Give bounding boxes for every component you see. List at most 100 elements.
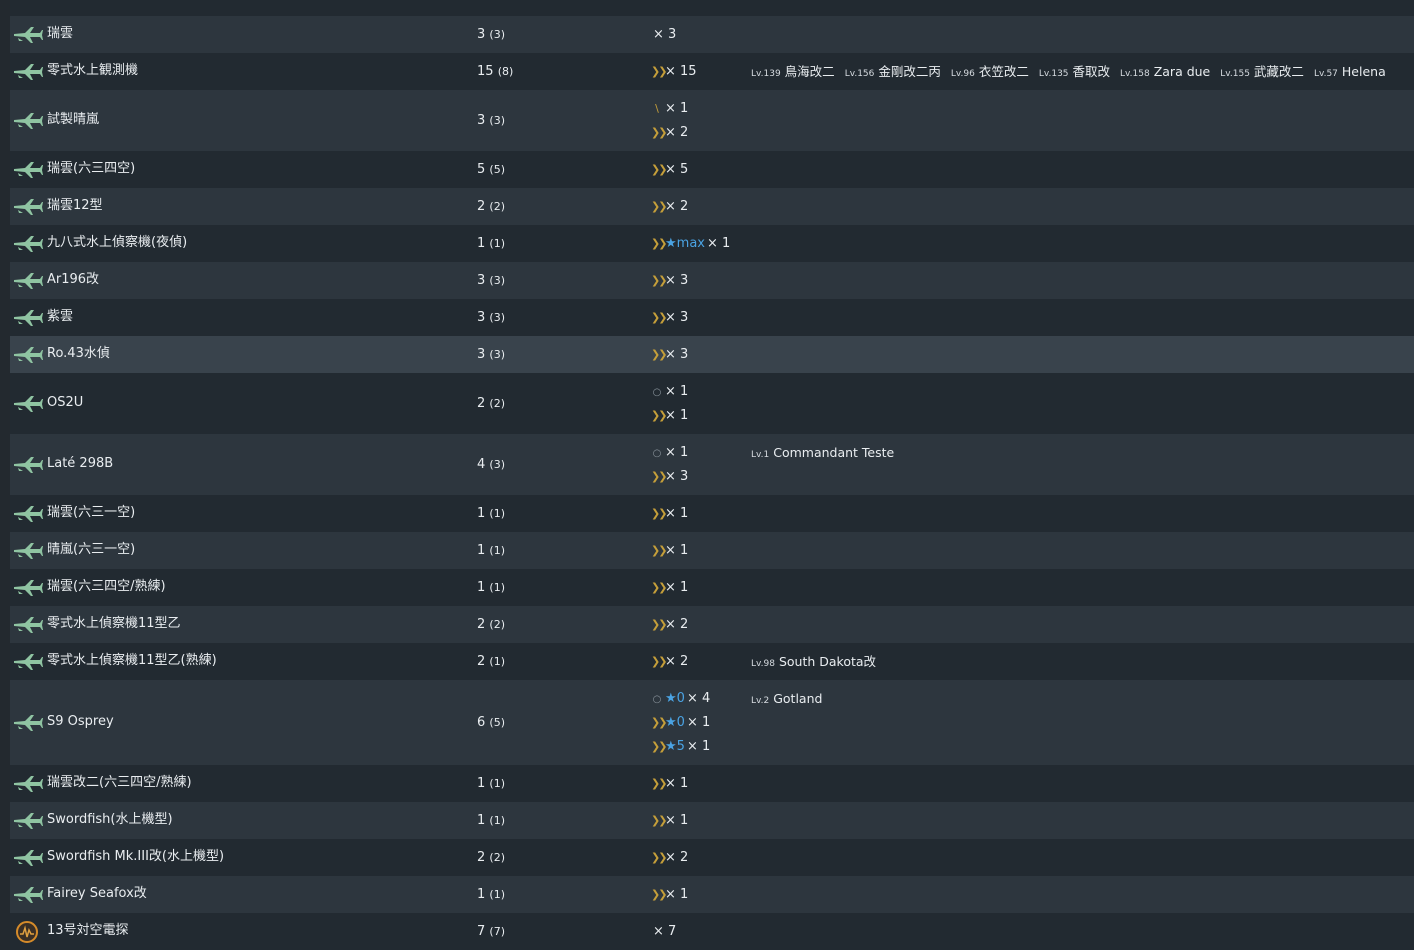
- equipment-name[interactable]: 零式水上観測機: [47, 63, 138, 79]
- equipment-name[interactable]: Ar196改: [47, 272, 99, 288]
- equipment-name[interactable]: 13号対空電探: [47, 923, 129, 939]
- ship-level: Lv.1: [751, 449, 770, 460]
- equipment-name[interactable]: Ro.43水偵: [47, 346, 110, 362]
- proficiency-line: ❯❯★0 × 1: [651, 715, 710, 731]
- ship-entry[interactable]: Lv.139 鳥海改二: [751, 64, 835, 82]
- total-count: 1: [477, 775, 486, 791]
- ship-entry[interactable]: Lv.98 South Dakota改: [751, 654, 876, 672]
- total-count: 4: [477, 456, 486, 472]
- table-row[interactable]: Fairey Seafox改 1 (1) ❯❯× 1: [10, 876, 1414, 913]
- available-count: (1): [489, 506, 506, 520]
- equipment-name[interactable]: 瑞雲(六三四空): [47, 161, 135, 177]
- equipment-name[interactable]: Swordfish(水上機型): [47, 812, 173, 828]
- equipment-name[interactable]: 瑞雲(六三四空/熟練): [47, 579, 166, 595]
- table-row[interactable]: 瑞雲12型 2 (2) ❯❯× 2: [10, 188, 1414, 225]
- equipment-name[interactable]: S9 Osprey: [47, 714, 114, 730]
- available-count: (1): [489, 776, 506, 790]
- proficiency-line: ○ ★0 × 4: [651, 691, 711, 707]
- equipment-name[interactable]: Fairey Seafox改: [47, 886, 147, 902]
- proficiency-chevron-icon: ❯❯: [651, 125, 667, 139]
- equipment-name[interactable]: 瑞雲改二(六三四空/熟練): [47, 775, 192, 791]
- ship-name: South Dakota改: [778, 653, 877, 669]
- proficiency-chevron-icon: ❯❯: [651, 739, 667, 753]
- available-count: (1): [489, 654, 506, 668]
- table-row[interactable]: S9 Osprey 6 (5) ○ ★0 × 4 ❯❯★0 × 1 ❯❯★5 × 1 Lv.2 G…: [10, 680, 1414, 765]
- proficiency-count: × 1: [665, 383, 689, 399]
- equipment-name[interactable]: 零式水上偵察機11型乙(熟練): [47, 653, 217, 669]
- table-row[interactable]: OS2U 2 (2) ○ × 1 ❯❯× 1: [10, 373, 1414, 434]
- equipment-name[interactable]: 九八式水上偵察機(夜偵): [47, 235, 187, 251]
- proficiency-count: × 2: [665, 653, 689, 669]
- ship-name: 香取改: [1072, 63, 1111, 79]
- table-row[interactable]: 13号対空電探 7 (7) × 7: [10, 913, 1414, 950]
- equipment-name[interactable]: Laté 298B: [47, 456, 113, 472]
- proficiency-count: × 15: [665, 63, 697, 79]
- equipment-name[interactable]: 瑞雲(六三一空): [47, 505, 135, 521]
- equipment-name[interactable]: 紫雲: [47, 309, 73, 325]
- seaplane-icon: [13, 652, 43, 672]
- table-row[interactable]: 試製晴嵐 3 (3) \ × 1 ❯❯× 2: [10, 90, 1414, 151]
- table-row[interactable]: 瑞雲改二(六三四空/熟練) 1 (1) ❯❯× 1: [10, 765, 1414, 802]
- table-row[interactable]: Swordfish Mk.III改(水上機型) 2 (2) ❯❯× 2: [10, 839, 1414, 876]
- table-row[interactable]: 零式水上偵察機11型乙 2 (2) ❯❯× 2: [10, 606, 1414, 643]
- ship-entry[interactable]: Lv.156 金剛改二丙: [845, 64, 941, 82]
- table-row[interactable]: 瑞雲(六三四空) 5 (5) ❯❯× 5: [10, 151, 1414, 188]
- table-row[interactable]: 紫雲 3 (3) ❯❯× 3: [10, 299, 1414, 336]
- equipment-name[interactable]: 試製晴嵐: [47, 112, 99, 128]
- ship-level: Lv.135: [1038, 68, 1069, 79]
- ship-entry[interactable]: Lv.1 Commandant Teste: [751, 445, 894, 463]
- proficiency-count: × 1: [686, 738, 711, 754]
- table-row[interactable]: 瑞雲(六三四空/熟練) 1 (1) ❯❯× 1: [10, 569, 1414, 606]
- table-row[interactable]: 晴嵐(六三一空) 1 (1) ❯❯× 1: [10, 532, 1414, 569]
- table-row[interactable]: 零式水上観測機 15 (8) ❯❯× 15 Lv.139 鳥海改二 Lv.156 金剛改…: [10, 53, 1414, 90]
- seaplane-icon: [13, 811, 43, 831]
- table-row[interactable]: Swordfish(水上機型) 1 (1) ❯❯× 1: [10, 802, 1414, 839]
- total-count: 3: [477, 272, 486, 288]
- equipped-ships: Lv.1 Commandant Teste: [751, 445, 904, 461]
- equipment-name[interactable]: 瑞雲12型: [47, 198, 103, 214]
- ship-entry[interactable]: Lv.96 衣笠改二: [951, 64, 1029, 82]
- equipment-count: 2 (2): [477, 850, 505, 866]
- ship-entry[interactable]: Lv.135 香取改: [1039, 64, 1110, 82]
- table-row[interactable]: 瑞雲 3 (3) × 3: [10, 16, 1414, 53]
- available-count: (7): [489, 924, 506, 938]
- equipment-name[interactable]: 瑞雲: [47, 26, 73, 42]
- table-row[interactable]: [10, 0, 1414, 16]
- proficiency-count: × 1: [665, 407, 689, 423]
- seaplane-icon: [13, 504, 43, 524]
- equipment-name[interactable]: 零式水上偵察機11型乙: [47, 616, 181, 632]
- table-row[interactable]: Ar196改 3 (3) ❯❯× 3: [10, 262, 1414, 299]
- equipment-count: 1 (1): [477, 813, 505, 829]
- proficiency-chevron-icon: ❯❯: [651, 408, 667, 422]
- equipment-name[interactable]: Swordfish Mk.III改(水上機型): [47, 849, 224, 865]
- table-row[interactable]: Laté 298B 4 (3) ○ × 1 ❯❯× 3 Lv.1 Commandant T…: [10, 434, 1414, 495]
- table-row[interactable]: 瑞雲(六三一空) 1 (1) ❯❯× 1: [10, 495, 1414, 532]
- table-row[interactable]: 九八式水上偵察機(夜偵) 1 (1) ❯❯★max × 1: [10, 225, 1414, 262]
- ship-entry[interactable]: Lv.57 Helena: [1314, 64, 1386, 82]
- proficiency-chevron-icon: ❯❯: [651, 310, 667, 324]
- proficiency-chevron-icon: ❯❯: [651, 887, 667, 901]
- available-count: (3): [489, 347, 506, 361]
- ship-entry[interactable]: Lv.155 武藏改二: [1220, 64, 1304, 82]
- equipment-name[interactable]: 晴嵐(六三一空): [47, 542, 135, 558]
- equipment-count: 3 (3): [477, 113, 505, 129]
- proficiency-line: ❯❯× 2: [651, 617, 688, 633]
- proficiency-line: ❯❯× 3: [651, 310, 688, 326]
- ship-entry[interactable]: Lv.158 Zara due: [1120, 64, 1210, 82]
- total-count: 6: [477, 714, 486, 730]
- proficiency-count: × 1: [665, 100, 689, 116]
- seaplane-icon: [13, 615, 43, 635]
- proficiency-chevron-icon: ❯❯: [651, 543, 667, 557]
- proficiency-line: ❯❯× 2: [651, 654, 688, 670]
- table-row[interactable]: Ro.43水偵 3 (3) ❯❯× 3: [10, 336, 1414, 373]
- table-row[interactable]: 零式水上偵察機11型乙(熟練) 2 (1) ❯❯× 2 Lv.98 South Dak…: [10, 643, 1414, 680]
- total-count: 1: [477, 579, 486, 595]
- equipment-name[interactable]: OS2U: [47, 395, 83, 411]
- available-count: (2): [489, 396, 506, 410]
- proficiency-slash-icon: \: [655, 101, 659, 115]
- equipped-ships: Lv.98 South Dakota改: [751, 654, 886, 670]
- equipment-count: 1 (1): [477, 543, 505, 559]
- ship-entry[interactable]: Lv.2 Gotland: [751, 691, 822, 709]
- seaplane-icon: [13, 111, 43, 131]
- seaplane-icon: [13, 197, 43, 217]
